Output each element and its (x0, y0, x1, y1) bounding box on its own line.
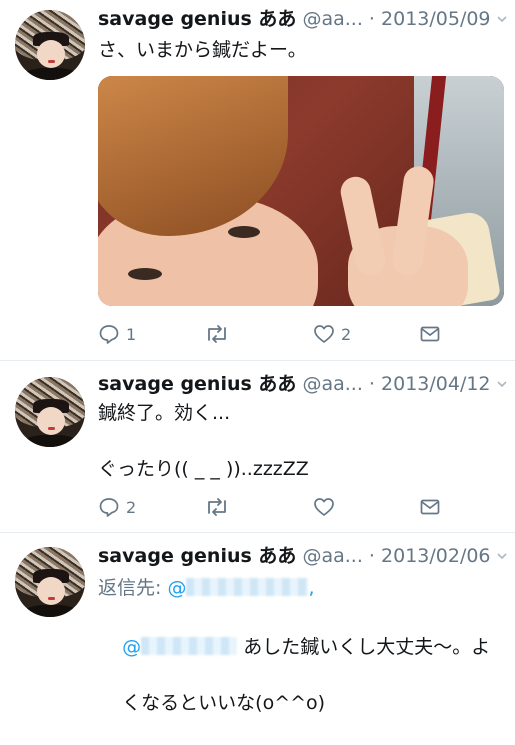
direct-message-button[interactable] (419, 493, 441, 521)
reply-button[interactable]: 1 (98, 320, 136, 348)
avatar[interactable] (15, 377, 85, 447)
reply-count: 2 (126, 497, 137, 517)
tweet-3[interactable]: savage genius ああ @aa... · 2013/02/06 返信先… (0, 533, 515, 714)
tweet-actions: 1 2 (98, 320, 503, 348)
reply-to-line: 返信先: @, (98, 575, 501, 601)
tweet-text-line1: あした鍼いくし大丈夫〜。よ (243, 636, 491, 658)
separator-dot: · (368, 545, 375, 567)
reply-to-label: 返信先: (98, 577, 168, 599)
display-name[interactable]: savage genius ああ (98, 373, 296, 395)
mention-link[interactable]: @ (122, 636, 141, 658)
tweet-photo[interactable] (98, 76, 504, 306)
direct-message-button[interactable] (419, 320, 441, 348)
tweet-1[interactable]: savage genius ああ @aa... · 2013/05/09 さ、い… (0, 0, 515, 361)
display-name[interactable]: savage genius ああ (98, 8, 296, 30)
tweet-header: savage genius ああ @aa... · 2013/04/12 (98, 373, 507, 395)
tweet-header: savage genius ああ @aa... · 2013/05/09 (98, 8, 507, 30)
redacted-handle (186, 578, 309, 596)
tweet-2[interactable]: savage genius ああ @aa... · 2013/04/12 鍼終了… (0, 361, 515, 533)
like-count: 2 (341, 324, 352, 344)
tweet-header: savage genius ああ @aa... · 2013/02/06 (98, 545, 507, 567)
tweet-text: 鍼終了。効く... ぐったり(( _ _ ))..zzzZZ (98, 402, 309, 480)
display-name[interactable]: savage genius ああ (98, 545, 296, 567)
retweet-icon (208, 498, 226, 516)
chevron-down-icon[interactable] (497, 551, 507, 561)
retweet-button[interactable] (204, 320, 236, 348)
redacted-mention (141, 637, 238, 655)
user-handle[interactable]: @aa... (302, 8, 362, 30)
avatar[interactable] (15, 10, 85, 80)
reply-icon (99, 325, 119, 344)
tweet-actions: 2 (98, 493, 503, 521)
like-button[interactable] (313, 493, 341, 521)
tweet-text: @ あした鍼いくし大丈夫〜。よ くなるといいな(o^^o) (98, 605, 501, 745)
tweet-date[interactable]: 2013/02/06 (381, 545, 491, 567)
retweet-icon (208, 325, 226, 343)
retweet-button[interactable] (204, 493, 236, 521)
reply-to-trailing: , (308, 577, 315, 599)
reply-count: 1 (126, 324, 137, 344)
envelope-icon (420, 499, 440, 515)
reply-icon (99, 498, 119, 517)
tweet-text: さ、いまから鍼だよー。 (98, 39, 307, 61)
avatar[interactable] (15, 547, 85, 617)
user-handle[interactable]: @aa... (302, 545, 362, 567)
user-handle[interactable]: @aa... (302, 373, 362, 395)
tweet-text-line2: くなるといいな(o^^o) (122, 692, 326, 714)
chevron-down-icon[interactable] (497, 14, 507, 24)
heart-icon (314, 325, 334, 343)
separator-dot: · (368, 373, 375, 395)
like-button[interactable]: 2 (313, 320, 351, 348)
envelope-icon (420, 326, 440, 342)
tweet-date[interactable]: 2013/05/09 (381, 8, 491, 30)
reply-button[interactable]: 2 (98, 493, 136, 521)
tweet-date[interactable]: 2013/04/12 (381, 373, 491, 395)
chevron-down-icon[interactable] (497, 379, 507, 389)
heart-icon (314, 498, 334, 516)
separator-dot: · (368, 8, 375, 30)
reply-to-mention[interactable]: @ (167, 577, 186, 599)
